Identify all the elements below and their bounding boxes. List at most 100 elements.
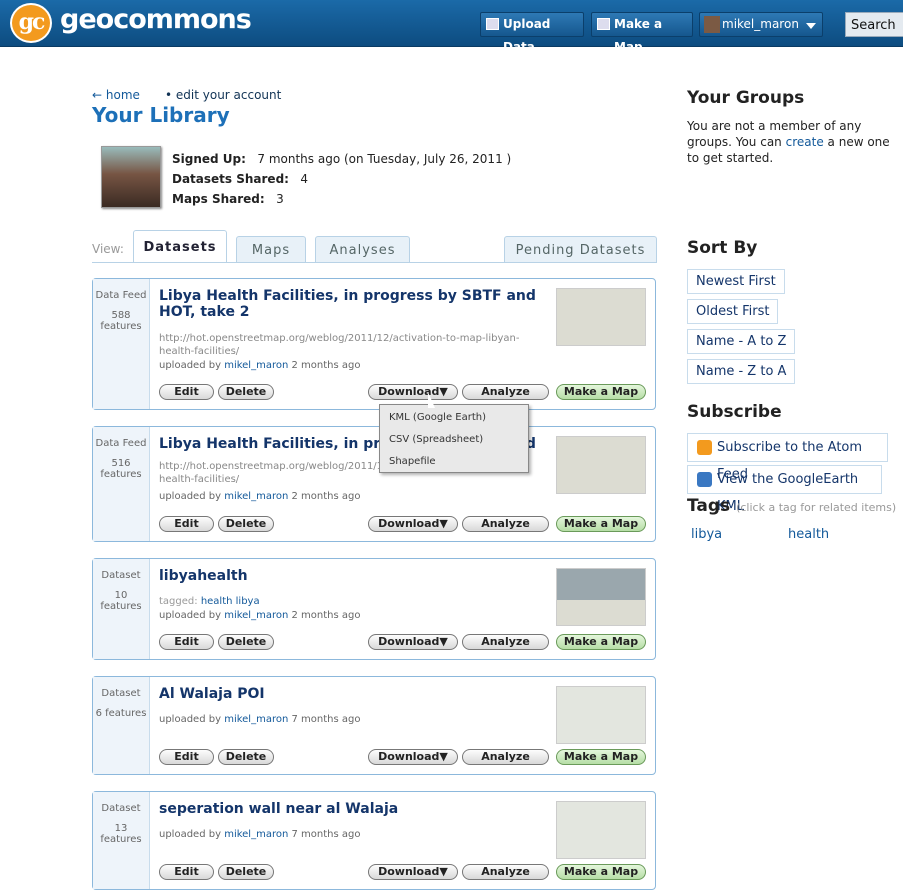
tab-pending-datasets[interactable]: Pending Datasets (504, 236, 657, 263)
upload-icon (486, 18, 499, 30)
tag-link[interactable]: health libya (201, 596, 260, 607)
sort-a-z-button[interactable]: Name - A to Z (687, 329, 796, 354)
analyze-button[interactable]: Analyze (462, 516, 549, 532)
map-thumbnail[interactable] (556, 288, 646, 346)
map-thumbnail[interactable] (556, 801, 646, 859)
tab-analyses[interactable]: Analyses (315, 236, 410, 263)
maps-row: Maps Shared: 3 (172, 192, 284, 206)
dataset-card: Dataset 6 features Al Walaja POI uploaded… (92, 676, 656, 775)
datasets-value: 4 (300, 172, 309, 186)
card-meta: Dataset 6 features (93, 677, 150, 774)
datasets-row: Datasets Shared: 4 (172, 172, 308, 186)
edit-button[interactable]: Edit (159, 864, 214, 880)
feature-count: 13 (114, 823, 128, 834)
dataset-card: Data Feed 516 features Libya Health Facili… (92, 426, 656, 542)
card-meta: Data Feed 588 features (93, 279, 150, 409)
logo-icon[interactable]: gc (10, 3, 52, 43)
user-menu-button[interactable]: mikel_maron (699, 12, 823, 37)
user-link[interactable]: mikel_maron (224, 829, 288, 840)
edit-account-text[interactable]: • edit your account (165, 88, 281, 102)
card-type: Data Feed (95, 438, 147, 449)
make-map-button[interactable]: Make a Map (556, 384, 646, 400)
profile-avatar (101, 146, 161, 208)
dataset-title[interactable]: Al Walaja POI (159, 686, 539, 702)
datasets-label: Datasets Shared: (172, 172, 289, 186)
maps-label: Maps Shared: (172, 192, 265, 206)
make-map-button[interactable]: Make a Map (556, 516, 646, 532)
uploaded-by: uploaded by mikel_maron 2 months ago (159, 360, 360, 371)
dataset-card: Dataset 13 features seperation wall near a… (92, 791, 656, 890)
download-button[interactable]: Download▼ (368, 634, 458, 650)
download-button[interactable]: Download▼ (368, 384, 458, 400)
sort-newest-button[interactable]: Newest First (687, 269, 785, 294)
home-link-text[interactable]: ← home (92, 88, 140, 102)
analyze-button[interactable]: Analyze (462, 384, 549, 400)
uploaded-by: uploaded by mikel_maron 7 months ago (159, 829, 360, 840)
search-input[interactable]: Search (845, 12, 903, 37)
uploaded-prefix: uploaded by (159, 360, 222, 371)
delete-button[interactable]: Delete (218, 384, 274, 400)
page-title: Your Library (92, 103, 230, 127)
dataset-title[interactable]: libyahealth (159, 568, 539, 584)
edit-button[interactable]: Edit (159, 634, 214, 650)
download-button[interactable]: Download▼ (368, 749, 458, 765)
feature-label: features (100, 321, 142, 332)
upload-time: 2 months ago (291, 360, 361, 371)
rss-icon (697, 440, 712, 455)
atom-feed-button[interactable]: Subscribe to the Atom Feed (687, 433, 888, 482)
tab-datasets[interactable]: Datasets (133, 230, 227, 263)
delete-button[interactable]: Delete (218, 516, 274, 532)
dataset-title[interactable]: Libya Health Facilities, in progress by … (159, 288, 539, 320)
delete-button[interactable]: Delete (218, 864, 274, 880)
google-earth-kml-button[interactable]: View the GoogleEarth KML (687, 465, 882, 514)
make-map-header-button[interactable]: Make a Map (591, 12, 693, 54)
edit-button[interactable]: Edit (159, 516, 214, 532)
tags-hint: (click a tag for related items) (736, 501, 897, 514)
make-map-button[interactable]: Make a Map (556, 634, 646, 650)
dataset-tags: tagged: health libya (159, 596, 260, 607)
tab-maps[interactable]: Maps (236, 236, 306, 263)
edit-button[interactable]: Edit (159, 749, 214, 765)
download-kml-option[interactable]: KML (Google Earth) (389, 412, 486, 423)
user-link[interactable]: mikel_maron (224, 714, 288, 725)
edit-account-link[interactable]: • edit your account (165, 88, 281, 102)
upload-time: 2 months ago (291, 491, 361, 502)
tab-divider (92, 262, 656, 263)
feature-count: 10 (114, 590, 128, 601)
map-thumbnail[interactable] (556, 436, 646, 494)
create-group-link[interactable]: create (786, 135, 824, 149)
dataset-title[interactable]: seperation wall near al Walaja (159, 801, 539, 817)
analyze-button[interactable]: Analyze (462, 749, 549, 765)
download-csv-option[interactable]: CSV (Spreadsheet) (389, 434, 483, 445)
map-thumbnail[interactable] (556, 686, 646, 744)
tags-heading: Tags (click a tag for related items) (687, 496, 896, 516)
home-link[interactable]: ← home (92, 88, 140, 102)
uploaded-prefix: uploaded by (159, 829, 222, 840)
analyze-button[interactable]: Analyze (462, 634, 549, 650)
card-meta: Dataset 13 features (93, 792, 150, 889)
delete-button[interactable]: Delete (218, 634, 274, 650)
analyze-button[interactable]: Analyze (462, 864, 549, 880)
tag-libya[interactable]: libya (691, 527, 722, 542)
card-meta: Data Feed 516 features (93, 427, 150, 541)
sort-z-a-button[interactable]: Name - Z to A (687, 359, 796, 384)
feature-count: 588 (111, 310, 131, 321)
map-thumbnail[interactable] (556, 568, 646, 626)
download-button[interactable]: Download▼ (368, 864, 458, 880)
upload-data-button[interactable]: Upload Data (480, 12, 584, 54)
user-link[interactable]: mikel_maron (224, 610, 288, 621)
make-map-button[interactable]: Make a Map (556, 864, 646, 880)
tag-health[interactable]: health (788, 527, 829, 542)
user-link[interactable]: mikel_maron (224, 491, 288, 502)
user-link[interactable]: mikel_maron (224, 360, 288, 371)
sort-heading: Sort By (687, 238, 758, 258)
uploaded-prefix: uploaded by (159, 491, 222, 502)
brand-name[interactable]: geocommons (60, 4, 252, 35)
download-shapefile-option[interactable]: Shapefile (389, 456, 436, 467)
sort-oldest-button[interactable]: Oldest First (687, 299, 779, 324)
delete-button[interactable]: Delete (218, 749, 274, 765)
mouse-cursor-icon (428, 392, 435, 408)
make-map-button[interactable]: Make a Map (556, 749, 646, 765)
edit-button[interactable]: Edit (159, 384, 214, 400)
download-button[interactable]: Download▼ (368, 516, 458, 532)
